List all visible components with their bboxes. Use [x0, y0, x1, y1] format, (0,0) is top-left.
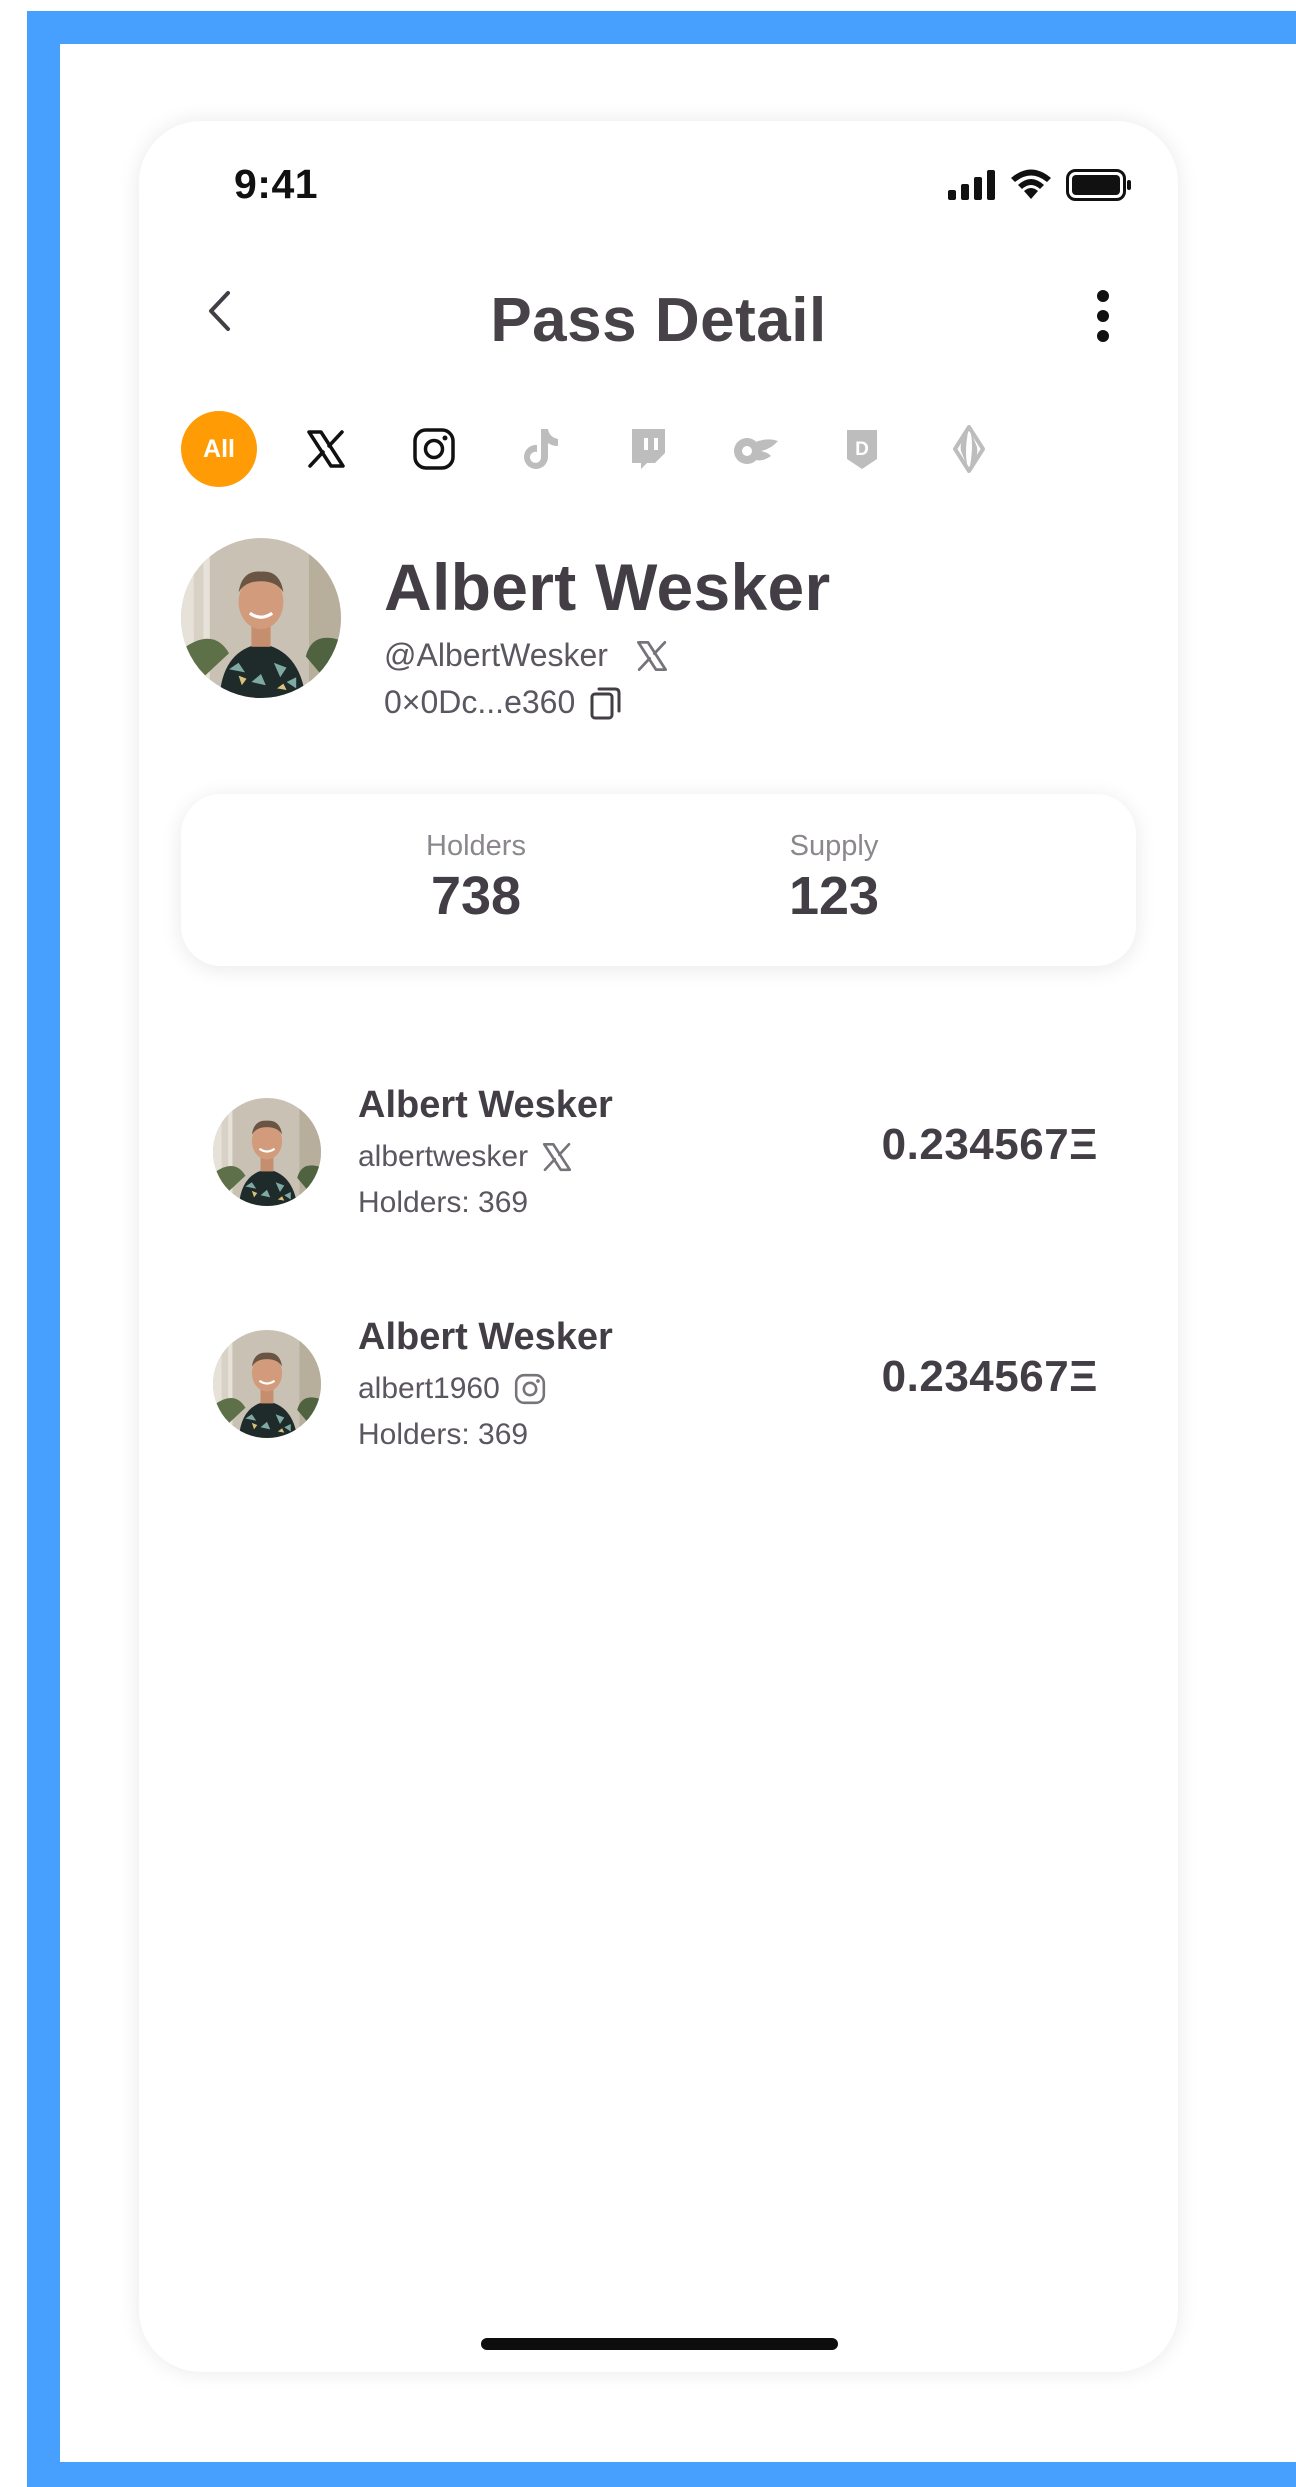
profile-handle[interactable]: @AlbertWesker [384, 637, 608, 674]
holders-label: Holders [426, 830, 526, 862]
filter-twitch-chip[interactable] [610, 411, 686, 487]
holders-stat: Holders 738 [401, 830, 551, 927]
x-icon [636, 640, 667, 671]
wallet-address: 0×0Dc...e360 [384, 684, 576, 720]
pass-avatar [213, 1330, 321, 1438]
pass-handle-row: albertwesker [358, 1140, 572, 1174]
pass-handle: albert1960 [358, 1372, 500, 1405]
wallet-address-row: 0×0Dc...e360 [384, 684, 623, 721]
frame-top-border [27, 11, 1296, 44]
pass-handle: albertwesker [358, 1140, 529, 1173]
filter-instagram-chip[interactable] [396, 411, 472, 487]
pass-list-item[interactable]: Albert Wesker albertwesker Holders: 369 … [139, 1084, 1178, 1284]
pass-list-item[interactable]: Albert Wesker albert1960 Holders: 369 0.… [139, 1316, 1178, 1516]
pass-name: Albert Wesker [358, 1084, 613, 1126]
phone-screen: 9:41 Pass Detail All D Albert Wesker @Al… [139, 121, 1178, 2372]
battery-icon [1066, 169, 1131, 201]
instagram-icon [514, 1373, 545, 1405]
wifi-icon [1011, 169, 1051, 199]
pass-holders: Holders: 369 [358, 1186, 529, 1219]
copy-icon[interactable] [589, 685, 623, 721]
page-title: Pass Detail [490, 286, 827, 355]
pass-price: 0.234567Ξ [881, 1352, 1098, 1401]
pass-name: Albert Wesker [358, 1316, 613, 1358]
status-icons [948, 169, 1132, 201]
supply-value: 123 [788, 866, 880, 926]
svg-text:D: D [855, 439, 869, 460]
more-options-button[interactable] [1078, 286, 1128, 346]
signal-icon [948, 170, 995, 200]
twitch-icon [632, 429, 665, 469]
supply-stat: Supply 123 [759, 830, 909, 927]
filter-all-chip[interactable]: All [181, 411, 257, 487]
pass-handle-row: albert1960 [358, 1372, 546, 1406]
filter-x-chip[interactable] [288, 411, 364, 487]
ens-icon [953, 425, 985, 473]
status-time: 9:41 [234, 161, 319, 207]
filter-all-label: All [203, 434, 235, 463]
home-indicator[interactable] [481, 2338, 838, 2350]
stats-card: Holders 738 Supply 123 [181, 794, 1136, 966]
pass-avatar [213, 1098, 321, 1206]
frame-left-border [27, 11, 60, 2487]
filter-ens-chip[interactable] [931, 411, 1007, 487]
tiktok-icon [524, 429, 558, 469]
filter-tiktok-chip[interactable] [503, 411, 579, 487]
x-icon [307, 430, 345, 468]
more-vertical-icon [1097, 290, 1109, 342]
frame-bottom-border [27, 2462, 1296, 2487]
filter-onlyfans-chip[interactable] [717, 411, 793, 487]
platform-filter-bar: All D [181, 411, 1081, 487]
profile-handle-row: @AlbertWesker [384, 637, 668, 674]
instagram-icon [413, 428, 455, 470]
profile-avatar [181, 538, 341, 698]
pass-holders: Holders: 369 [358, 1418, 529, 1451]
profile-name: Albert Wesker [384, 550, 831, 624]
x-icon [543, 1142, 572, 1172]
pass-price: 0.234567Ξ [881, 1120, 1098, 1169]
d-badge-icon: D [847, 430, 877, 469]
supply-label: Supply [789, 830, 879, 862]
holders-value: 738 [430, 866, 522, 926]
filter-d-badge-chip[interactable]: D [824, 411, 900, 487]
onlyfans-icon [734, 438, 778, 464]
